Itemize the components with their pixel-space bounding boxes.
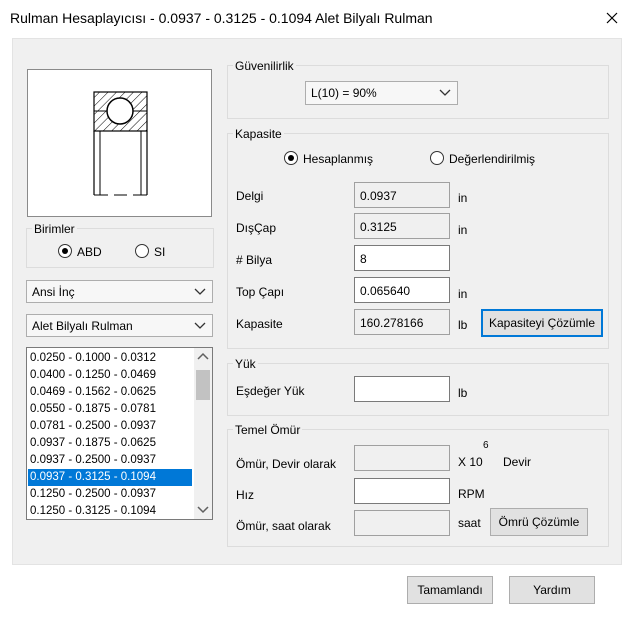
bearing-diagram-icon bbox=[93, 91, 148, 196]
close-button[interactable] bbox=[598, 6, 626, 30]
ball-dia-unit: in bbox=[458, 287, 468, 301]
mode-radio-calculated[interactable]: Hesaplanmış bbox=[284, 151, 394, 167]
bore-label: Delgi bbox=[236, 189, 264, 203]
standard-select-value: Ansi İnç bbox=[32, 285, 75, 299]
mode-rated-label: Değerlendirilmiş bbox=[449, 152, 536, 166]
radio-selected-icon bbox=[284, 151, 298, 165]
outer-dia-label: DışÇap bbox=[236, 221, 277, 235]
ball-count-input[interactable]: 8 bbox=[354, 245, 450, 271]
list-scrollbar[interactable] bbox=[194, 348, 212, 519]
ball-count-value: 8 bbox=[360, 252, 367, 266]
list-item[interactable]: 0.0550 - 0.1875 - 0.0781 bbox=[28, 401, 192, 418]
equiv-load-input[interactable] bbox=[354, 376, 450, 402]
solve-capacity-button[interactable]: Kapasiteyi Çözümle bbox=[481, 309, 603, 337]
ball-dia-label: Top Çapı bbox=[236, 285, 285, 299]
life-rev-label: Ömür, Devir olarak bbox=[236, 457, 337, 471]
capacity-group-label: Kapasite bbox=[233, 127, 284, 141]
ball-count-label: # Bilya bbox=[236, 253, 273, 267]
mode-radio-rated[interactable]: Değerlendirilmiş bbox=[430, 151, 550, 167]
title-bar: Rulman Hesaplayıcısı - 0.0937 - 0.3125 -… bbox=[0, 0, 634, 36]
window-title: Rulman Hesaplayıcısı - 0.0937 - 0.3125 -… bbox=[10, 10, 433, 26]
life-group-label: Temel Ömür bbox=[233, 423, 303, 437]
life-hours-unit: saat bbox=[458, 516, 481, 530]
ball-dia-input[interactable]: 0.065640 bbox=[354, 277, 450, 303]
radio-unselected-icon bbox=[135, 244, 149, 258]
speed-label: Hız bbox=[236, 488, 254, 502]
capacity-unit: lb bbox=[458, 318, 468, 332]
life-rev-unit: X 10 bbox=[458, 455, 483, 469]
life-hours-field bbox=[354, 510, 450, 536]
ball-dia-value: 0.065640 bbox=[360, 284, 411, 298]
list-item[interactable]: 0.0250 - 0.1000 - 0.0312 bbox=[28, 350, 192, 367]
speed-input[interactable] bbox=[354, 478, 450, 504]
outer-dia-value: 0.3125 bbox=[360, 220, 397, 234]
load-group-label: Yük bbox=[233, 357, 258, 371]
bore-unit: in bbox=[458, 191, 468, 205]
list-item[interactable]: 0.1250 - 0.3125 - 0.1094 bbox=[28, 503, 192, 519]
list-item[interactable]: 0.0781 - 0.2500 - 0.0937 bbox=[28, 418, 192, 435]
solve-life-button[interactable]: Ömrü Çözümle bbox=[490, 508, 588, 536]
equiv-load-label: Eşdeğer Yük bbox=[236, 384, 305, 398]
radio-selected-icon bbox=[58, 244, 72, 258]
life-hours-label: Ömür, saat olarak bbox=[236, 519, 331, 533]
scroll-down-icon[interactable] bbox=[197, 504, 209, 514]
units-group-label: Birimler bbox=[32, 222, 77, 236]
scroll-up-icon[interactable] bbox=[197, 352, 209, 362]
life-rev-exponent: 6 bbox=[483, 440, 489, 451]
close-icon bbox=[606, 12, 618, 24]
radio-unselected-icon bbox=[430, 151, 444, 165]
capacity-value: 160.278166 bbox=[360, 316, 424, 330]
life-rev-field bbox=[354, 445, 450, 471]
done-button[interactable]: Tamamlandı bbox=[407, 576, 493, 604]
list-item[interactable]: 0.0937 - 0.1875 - 0.0625 bbox=[28, 435, 192, 452]
bearing-type-select-value: Alet Bilyalı Rulman bbox=[32, 319, 133, 333]
capacity-field: 160.278166 bbox=[354, 309, 450, 335]
outer-dia-field: 0.3125 bbox=[354, 213, 450, 239]
standard-select[interactable]: Ansi İnç bbox=[26, 280, 213, 303]
list-item[interactable]: 0.1250 - 0.2500 - 0.0937 bbox=[28, 486, 192, 503]
list-item[interactable]: 0.0469 - 0.1562 - 0.0625 bbox=[28, 384, 192, 401]
units-radio-abd[interactable]: ABD bbox=[58, 244, 118, 260]
units-si-label: SI bbox=[154, 245, 166, 259]
reliability-select[interactable]: L(10) = 90% bbox=[305, 81, 458, 105]
life-rev-unit-suffix: Devir bbox=[503, 455, 532, 469]
bearing-size-list[interactable]: 0.0250 - 0.1000 - 0.0312 0.0400 - 0.1250… bbox=[26, 347, 213, 520]
help-button[interactable]: Yardım bbox=[509, 576, 595, 604]
chevron-down-icon bbox=[194, 288, 206, 295]
outer-dia-unit: in bbox=[458, 223, 468, 237]
speed-unit: RPM bbox=[458, 487, 485, 501]
units-radio-si[interactable]: SI bbox=[135, 244, 175, 260]
bore-field: 0.0937 bbox=[354, 182, 450, 208]
capacity-label: Kapasite bbox=[236, 317, 283, 331]
list-item[interactable]: 0.0937 - 0.2500 - 0.0937 bbox=[28, 452, 192, 469]
list-item-selected[interactable]: 0.0937 - 0.3125 - 0.1094 bbox=[28, 469, 192, 486]
units-abd-label: ABD bbox=[77, 245, 102, 259]
bore-value: 0.0937 bbox=[360, 189, 397, 203]
scroll-thumb[interactable] bbox=[196, 370, 210, 400]
bearing-preview bbox=[27, 69, 212, 217]
equiv-load-unit: lb bbox=[458, 386, 468, 400]
bearing-type-select[interactable]: Alet Bilyalı Rulman bbox=[26, 314, 213, 337]
reliability-select-value: L(10) = 90% bbox=[311, 86, 377, 100]
chevron-down-icon bbox=[194, 322, 206, 329]
mode-calculated-label: Hesaplanmış bbox=[303, 152, 374, 166]
list-item[interactable]: 0.0400 - 0.1250 - 0.0469 bbox=[28, 367, 192, 384]
chevron-down-icon bbox=[439, 89, 451, 96]
reliability-group-label: Güvenilirlik bbox=[233, 59, 296, 73]
